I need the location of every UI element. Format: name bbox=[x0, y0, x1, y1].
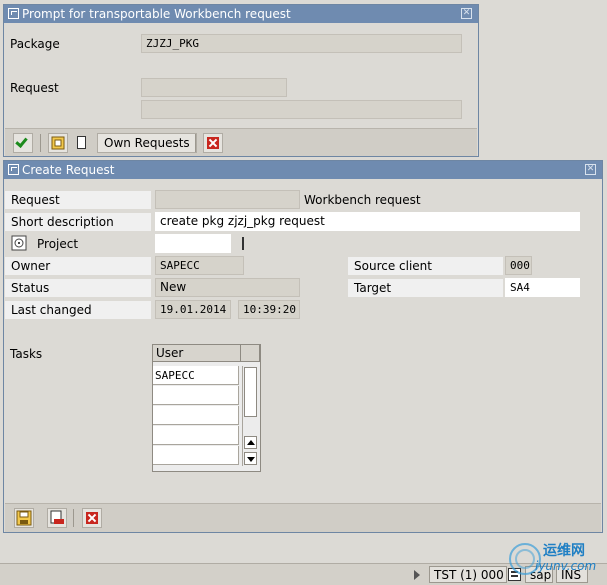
toolbar-separator bbox=[195, 134, 196, 152]
table-row[interactable] bbox=[153, 406, 239, 425]
table-settings-header[interactable] bbox=[241, 345, 260, 362]
watermark-cn-text: 运维网 bbox=[543, 543, 585, 559]
tasks-column-user-header[interactable]: User bbox=[153, 345, 241, 362]
last-changed-time-field: 10:39:20 bbox=[238, 300, 300, 319]
scroll-up-button[interactable] bbox=[244, 436, 257, 449]
toolbar-separator bbox=[73, 509, 74, 527]
window-menu-icon[interactable] bbox=[8, 164, 19, 175]
cancel-icon bbox=[86, 512, 98, 524]
prompt-dialog-title: Prompt for transportable Workbench reque… bbox=[22, 7, 291, 21]
table-row[interactable] bbox=[153, 386, 239, 405]
cancel-icon bbox=[207, 137, 219, 149]
scrollbar-thumb[interactable] bbox=[244, 367, 257, 417]
document-icon bbox=[77, 136, 86, 149]
hold-button[interactable] bbox=[47, 508, 67, 528]
package-field[interactable]: ZJZJ_PKG bbox=[141, 34, 462, 53]
confirm-button[interactable] bbox=[13, 133, 33, 153]
scroll-up-icon bbox=[247, 440, 255, 445]
request-label: Request bbox=[5, 191, 151, 209]
cancel-button[interactable] bbox=[203, 133, 223, 153]
status-system-info[interactable]: TST (1) 000 bbox=[429, 566, 507, 583]
table-row[interactable] bbox=[153, 446, 239, 465]
prompt-dialog-toolbar: Own Requests bbox=[5, 128, 477, 156]
tasks-label: Tasks bbox=[10, 347, 43, 361]
status-label: Status bbox=[5, 279, 151, 297]
request-description-field[interactable] bbox=[141, 100, 462, 119]
request-number-field bbox=[155, 190, 300, 209]
project-help-icon[interactable] bbox=[11, 235, 27, 251]
create-request-toolbar bbox=[5, 503, 601, 532]
table-row[interactable] bbox=[153, 426, 239, 445]
create-request-title: Create Request bbox=[22, 163, 115, 177]
last-changed-date-field: 19.01.2014 bbox=[155, 300, 231, 319]
text-cursor bbox=[242, 237, 244, 250]
owner-field: SAPECC bbox=[155, 256, 244, 275]
toolbar-separator bbox=[40, 134, 41, 152]
target-label: Target bbox=[348, 279, 503, 297]
source-client-field: 000 bbox=[505, 256, 532, 275]
tasks-scrollbar[interactable] bbox=[242, 366, 257, 466]
own-requests-button[interactable]: Own Requests bbox=[97, 133, 197, 153]
request-field[interactable] bbox=[141, 78, 287, 97]
source-client-label: Source client bbox=[348, 257, 503, 275]
table-row[interactable]: SAPECC bbox=[153, 366, 239, 385]
checkmark-icon bbox=[15, 135, 28, 148]
close-icon[interactable]: ✕ bbox=[585, 164, 596, 175]
scroll-down-icon bbox=[247, 457, 255, 462]
create-request-icon bbox=[51, 136, 65, 150]
site-watermark: 运维网 iyunv.com bbox=[505, 537, 607, 577]
new-document-button[interactable] bbox=[71, 133, 91, 153]
tasks-table: User SAPECC bbox=[152, 344, 261, 472]
short-description-input[interactable]: create pkg zjzj_pkg request bbox=[155, 212, 580, 231]
close-icon[interactable]: ✕ bbox=[461, 8, 472, 19]
window-menu-icon[interactable] bbox=[8, 8, 19, 19]
create-request-button[interactable] bbox=[48, 133, 68, 153]
prompt-dialog: Prompt for transportable Workbench reque… bbox=[3, 4, 479, 157]
request-label: Request bbox=[10, 81, 59, 95]
prompt-dialog-titlebar[interactable]: Prompt for transportable Workbench reque… bbox=[4, 5, 478, 23]
cancel-button[interactable] bbox=[82, 508, 102, 528]
save-icon bbox=[16, 510, 32, 526]
owner-label: Owner bbox=[5, 257, 151, 275]
short-description-label: Short description bbox=[5, 213, 151, 231]
create-request-titlebar[interactable]: Create Request ✕ bbox=[4, 161, 602, 179]
scroll-down-button[interactable] bbox=[244, 452, 257, 465]
project-label: Project bbox=[37, 237, 79, 251]
status-expand-icon[interactable] bbox=[414, 570, 420, 580]
create-request-dialog: Create Request ✕ Request Workbench reque… bbox=[3, 160, 603, 533]
project-input[interactable] bbox=[155, 234, 231, 253]
save-button[interactable] bbox=[14, 508, 34, 528]
target-input[interactable]: SA4 bbox=[505, 278, 580, 297]
local-object-icon bbox=[50, 510, 64, 524]
last-changed-label: Last changed bbox=[5, 301, 151, 319]
status-field: New bbox=[155, 278, 300, 297]
request-type-text: Workbench request bbox=[304, 193, 421, 207]
watermark-url-text: iyunv.com bbox=[535, 559, 597, 573]
package-label: Package bbox=[10, 37, 60, 51]
